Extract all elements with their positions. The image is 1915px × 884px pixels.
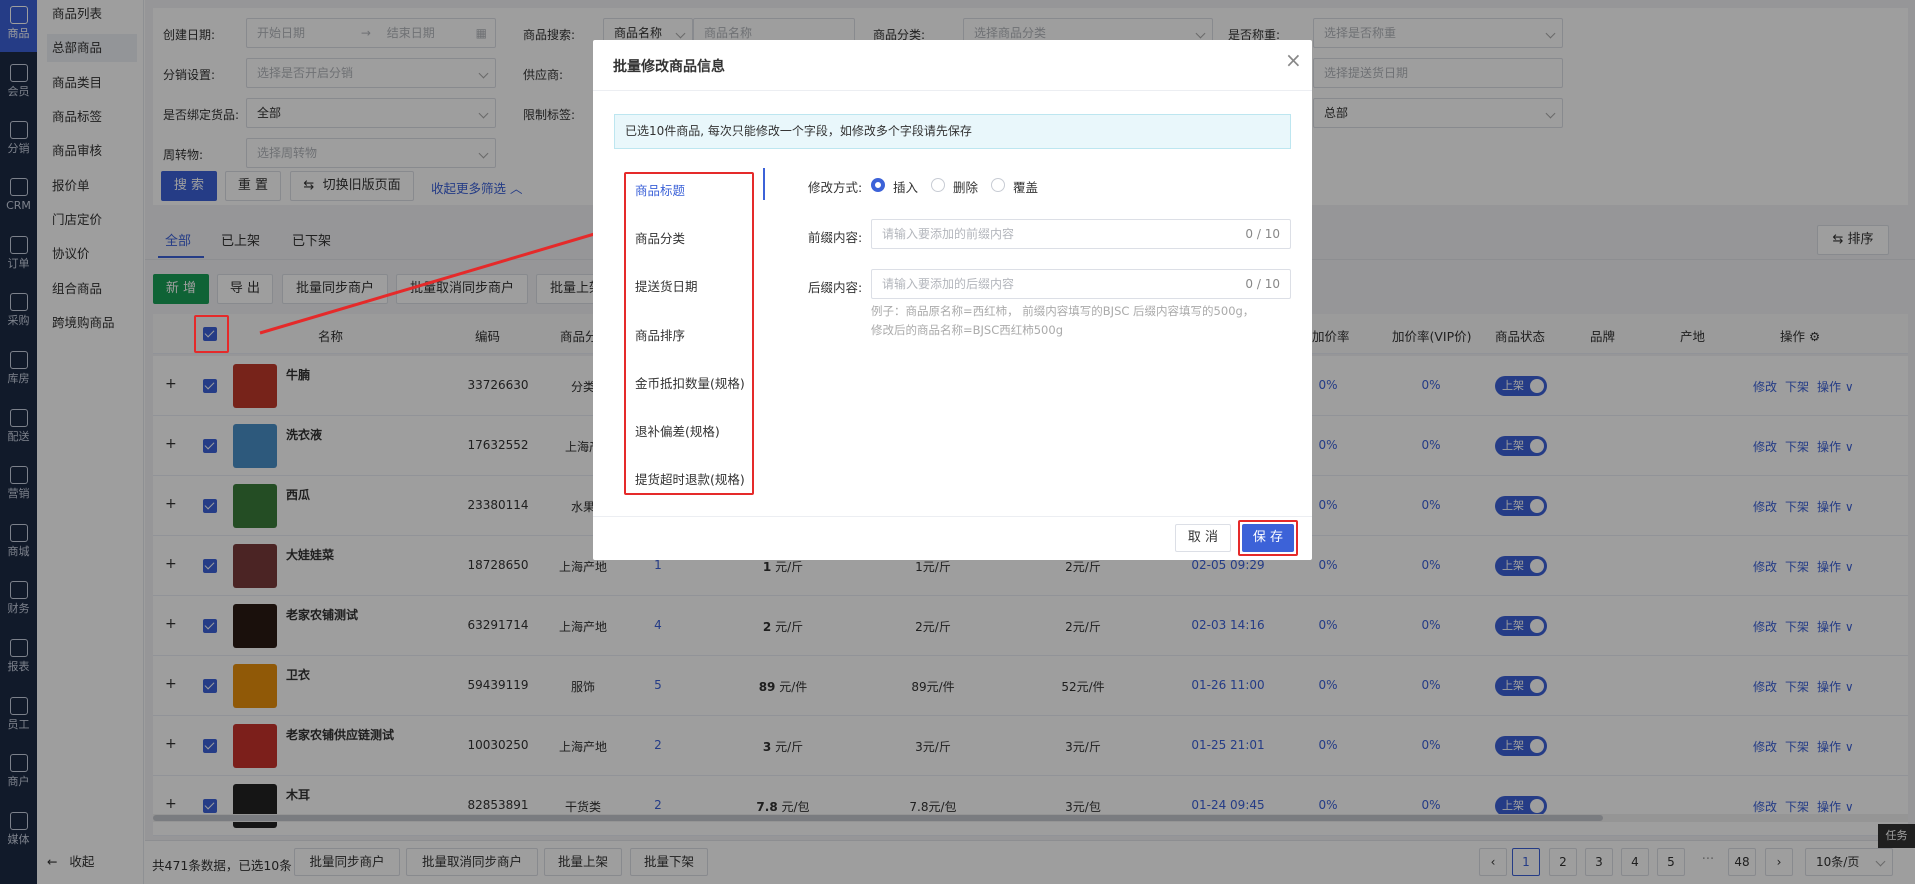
cancel-button[interactable]: 取 消 [1175, 524, 1231, 552]
mode-delete-label[interactable]: 删除 [953, 177, 978, 196]
mode-delete-radio[interactable] [931, 178, 945, 192]
batch-edit-modal: 批量修改商品信息 × 已选10件商品, 每次只能修改一个字段，如修改多个字段请先… [593, 40, 1312, 560]
modal-title: 批量修改商品信息 [613, 59, 725, 75]
prefix-char-count: 0 / 10 [1245, 227, 1280, 241]
modal-footer-divider [593, 516, 1312, 517]
modal-header-divider [593, 90, 1312, 91]
suffix-char-count: 0 / 10 [1245, 277, 1280, 291]
mode-insert-radio[interactable] [871, 178, 885, 192]
field-option[interactable]: 商品标题 [635, 180, 685, 199]
modal-notice: 已选10件商品, 每次只能修改一个字段，如修改多个字段请先保存 [614, 114, 1291, 149]
example-hint: 例子：商品原名称=西红柿， 前缀内容填写的BJSC 后缀内容填写的500g， 修… [871, 304, 1255, 337]
field-option[interactable]: 商品排序 [635, 325, 685, 344]
mode-insert-label[interactable]: 插入 [893, 177, 918, 196]
mode-overwrite-label[interactable]: 覆盖 [1013, 177, 1038, 196]
prefix-input[interactable]: 请输入要添加的前缀内容 0 / 10 [871, 219, 1291, 249]
field-option[interactable]: 退补偏差(规格) [635, 421, 720, 440]
field-option[interactable]: 提送货日期 [635, 276, 698, 295]
save-button[interactable]: 保 存 [1242, 524, 1294, 552]
arrow-to-field-list [259, 224, 620, 335]
suffix-label: 后缀内容: [808, 280, 863, 295]
prefix-label: 前缀内容: [808, 230, 863, 245]
mode-label: 修改方式: [808, 180, 863, 195]
mode-overwrite-radio[interactable] [991, 178, 1005, 192]
field-option[interactable]: 提货超时退款(规格) [635, 469, 745, 488]
field-list-active-bar [763, 168, 765, 200]
field-option[interactable]: 商品分类 [635, 228, 685, 247]
field-option[interactable]: 金币抵扣数量(规格) [635, 373, 745, 392]
suffix-input[interactable]: 请输入要添加的后缀内容 0 / 10 [871, 269, 1291, 299]
close-icon[interactable]: × [1285, 50, 1302, 70]
